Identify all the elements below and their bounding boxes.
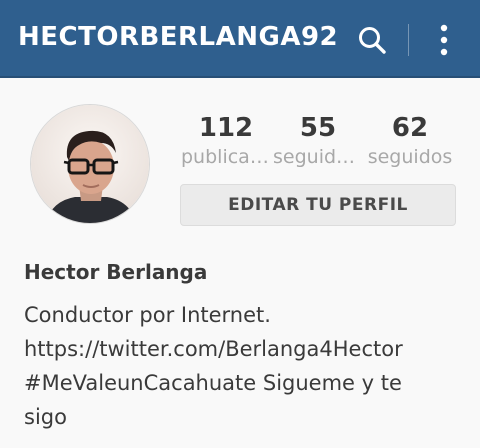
toolbar-divider [408, 24, 409, 56]
stat-following-count: 62 [391, 113, 429, 143]
top-app-bar: HECTORBERLANGA92 [0, 0, 480, 78]
stat-following[interactable]: 62 seguidos [365, 112, 455, 170]
stat-following-label: seguidos [367, 146, 453, 168]
search-icon [359, 27, 386, 54]
profile-bio: Conductor por Internet. https://twitter.… [24, 298, 464, 434]
search-button[interactable] [352, 22, 392, 58]
stat-followers-label: seguidores [273, 146, 363, 168]
stat-followers[interactable]: 55 seguidores [273, 112, 363, 170]
profile-username: HECTORBERLANGA92 [18, 22, 339, 52]
bio-link[interactable]: https://twitter.com/Berlanga4Hector [24, 332, 464, 366]
bio-line: Conductor por Internet. [24, 303, 271, 327]
avatar-photo [31, 105, 149, 223]
profile-avatar[interactable] [30, 104, 150, 224]
stat-followers-count: 55 [299, 113, 337, 143]
stat-posts[interactable]: 112 publicaciones [181, 112, 271, 170]
profile-full-name: Hector Berlanga [24, 260, 208, 284]
stat-posts-count: 112 [198, 113, 254, 143]
overflow-menu-button[interactable] [426, 20, 462, 60]
stat-posts-label: publicaciones [181, 146, 271, 168]
more-vert-icon [440, 24, 448, 56]
bio-line: #MeValeunCacahuate Sigueme y te [24, 371, 402, 395]
bio-line: sigo [24, 405, 67, 429]
edit-profile-button[interactable]: EDITAR TU PERFIL [180, 184, 456, 226]
